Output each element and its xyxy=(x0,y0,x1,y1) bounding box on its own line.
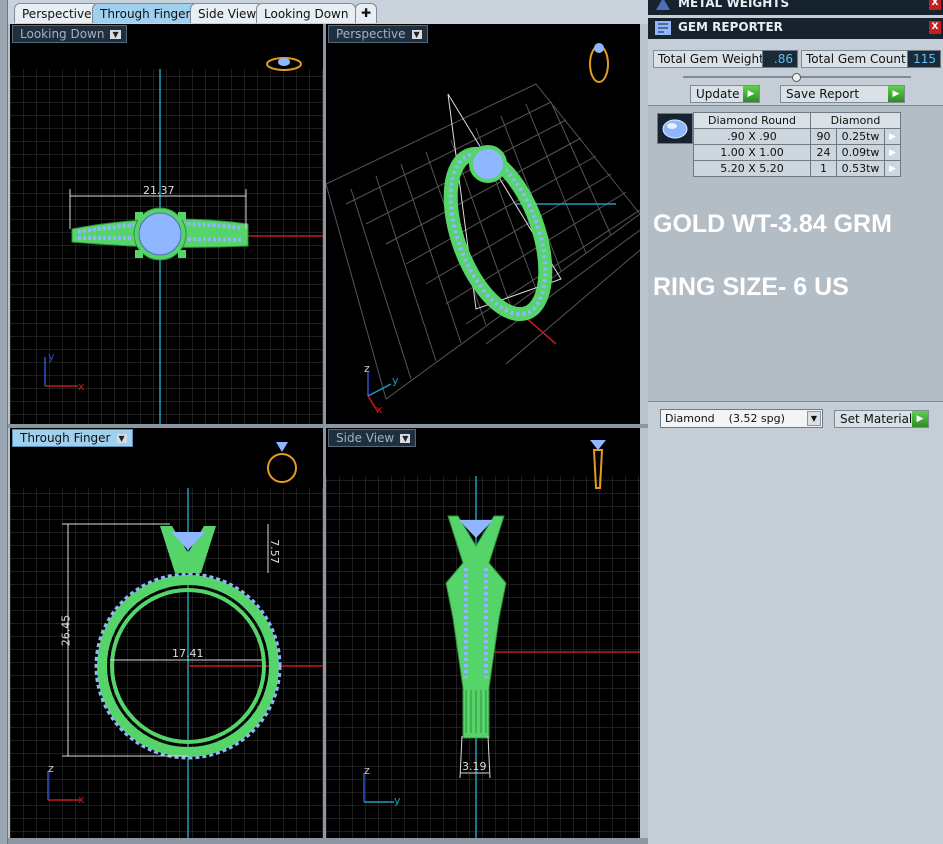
viewport-label[interactable]: Side View ▼ xyxy=(328,429,417,447)
dimension-height: 26.45 xyxy=(59,614,73,647)
table-row[interactable]: 5.20 X 5.20 1 0.53tw ▶ xyxy=(693,160,901,177)
play-icon: ▶ xyxy=(743,86,759,102)
table-row[interactable]: .90 X .90 90 0.25tw ▶ xyxy=(693,128,901,145)
axis-label-y: y xyxy=(394,794,401,807)
report-slider[interactable] xyxy=(683,73,911,82)
close-icon[interactable]: X xyxy=(929,0,941,10)
axis-label-z: z xyxy=(48,762,54,775)
chevron-down-icon[interactable]: ▼ xyxy=(110,30,121,39)
axis-label-x: x xyxy=(78,380,85,393)
tab-looking-down[interactable]: Looking Down xyxy=(256,3,357,23)
play-icon[interactable]: ▶ xyxy=(884,128,901,145)
metal-weights-header[interactable]: METAL WEIGHTS X xyxy=(648,0,943,15)
total-gem-weight-value: .86 xyxy=(762,50,798,68)
dimension-width: 17.41 xyxy=(172,647,204,660)
viewport-looking-down[interactable]: 21.37 y x Looking Down ▼ xyxy=(10,24,323,424)
play-icon: ▶ xyxy=(888,86,904,102)
axis-label-x: x xyxy=(376,403,383,416)
add-tab-button[interactable]: ✚ xyxy=(355,3,377,23)
side-view-canvas xyxy=(326,440,640,838)
ring-perspective-model xyxy=(443,145,553,322)
dimension-shank: 3.19 xyxy=(462,760,487,773)
save-report-button[interactable]: Save Report ▶ xyxy=(780,85,905,103)
looking-down-canvas xyxy=(10,57,323,424)
gem-reporter-icon xyxy=(655,21,671,35)
total-gem-count-value: 115 xyxy=(907,50,941,68)
dimension-label: 21.37 xyxy=(143,184,175,197)
ring-thumbnail-icon xyxy=(266,57,302,71)
perspective-canvas xyxy=(326,43,640,413)
status-strip xyxy=(8,838,648,844)
close-icon[interactable]: X xyxy=(929,21,941,34)
viewport-label[interactable]: Looking Down ▼ xyxy=(12,25,127,43)
tab-side-view[interactable]: Side View xyxy=(190,3,265,23)
perspective-grid xyxy=(326,83,640,400)
left-toolbar-strip xyxy=(0,0,8,844)
axis-label-x: x xyxy=(78,793,85,806)
viewport-through-finger[interactable]: 26.45 17.41 7.57 z x Through Finger ▼ xyxy=(10,428,323,838)
set-material-button[interactable]: Set Material ▶ xyxy=(834,410,929,428)
diamond-round-icon xyxy=(657,113,693,144)
axis-label-z: z xyxy=(364,362,370,375)
chevron-down-icon[interactable]: ▼ xyxy=(116,434,127,443)
tab-through-finger[interactable]: Through Finger xyxy=(92,3,199,23)
play-icon: ▶ xyxy=(912,411,928,427)
plus-icon: ✚ xyxy=(360,6,372,20)
viewport-tab-bar: Perspective Through Finger Side View Loo… xyxy=(8,0,648,24)
material-select[interactable]: Diamond (3.52 spg) ▼ xyxy=(660,409,823,428)
gem-table: Diamond Round Diamond .90 X .90 90 0.25t… xyxy=(693,112,901,177)
chevron-down-icon[interactable]: ▼ xyxy=(411,30,422,39)
gem-reporter-header[interactable]: GEM REPORTER X xyxy=(648,18,943,39)
chevron-down-icon[interactable]: ▼ xyxy=(807,411,821,426)
column-header: Diamond xyxy=(810,112,901,129)
viewport-perspective[interactable]: z y x Perspective ▼ xyxy=(326,24,640,424)
dimension-head: 7.57 xyxy=(267,539,281,564)
gem-report-area: Diamond Round Diamond .90 X .90 90 0.25t… xyxy=(648,105,943,402)
play-icon[interactable]: ▶ xyxy=(884,160,901,177)
chevron-down-icon[interactable]: ▼ xyxy=(400,434,411,443)
axis-label-z: z xyxy=(364,764,370,777)
update-button[interactable]: Update ▶ xyxy=(690,85,760,103)
total-gem-weight-label: Total Gem Weight xyxy=(653,50,769,68)
through-finger-canvas xyxy=(10,442,323,838)
axis-label-y: y xyxy=(48,350,55,363)
tab-perspective[interactable]: Perspective xyxy=(14,3,100,23)
viewport-label[interactable]: Perspective ▼ xyxy=(328,25,428,43)
ring-thumbnail-icon xyxy=(589,43,609,83)
ring-thumbnail-icon xyxy=(267,442,297,483)
slider-handle[interactable] xyxy=(792,73,801,82)
play-icon[interactable]: ▶ xyxy=(884,144,901,161)
gem-reporter-panel: METAL WEIGHTS X GEM REPORTER X Total Gem… xyxy=(648,0,943,844)
viewport-label[interactable]: Through Finger ▼ xyxy=(12,429,133,447)
ring-size-text: RING SIZE- 6 US xyxy=(653,273,849,301)
total-gem-count-label: Total Gem Count xyxy=(801,50,911,68)
column-header: Diamond Round xyxy=(693,112,811,129)
axis-label-y: y xyxy=(392,374,399,387)
metal-weights-icon xyxy=(656,0,670,10)
table-row[interactable]: 1.00 X 1.00 24 0.09tw ▶ xyxy=(693,144,901,161)
gold-weight-text: GOLD WT-3.84 GRM xyxy=(653,210,892,238)
viewport-side-view[interactable]: 3.19 z y Side View ▼ xyxy=(326,428,640,838)
